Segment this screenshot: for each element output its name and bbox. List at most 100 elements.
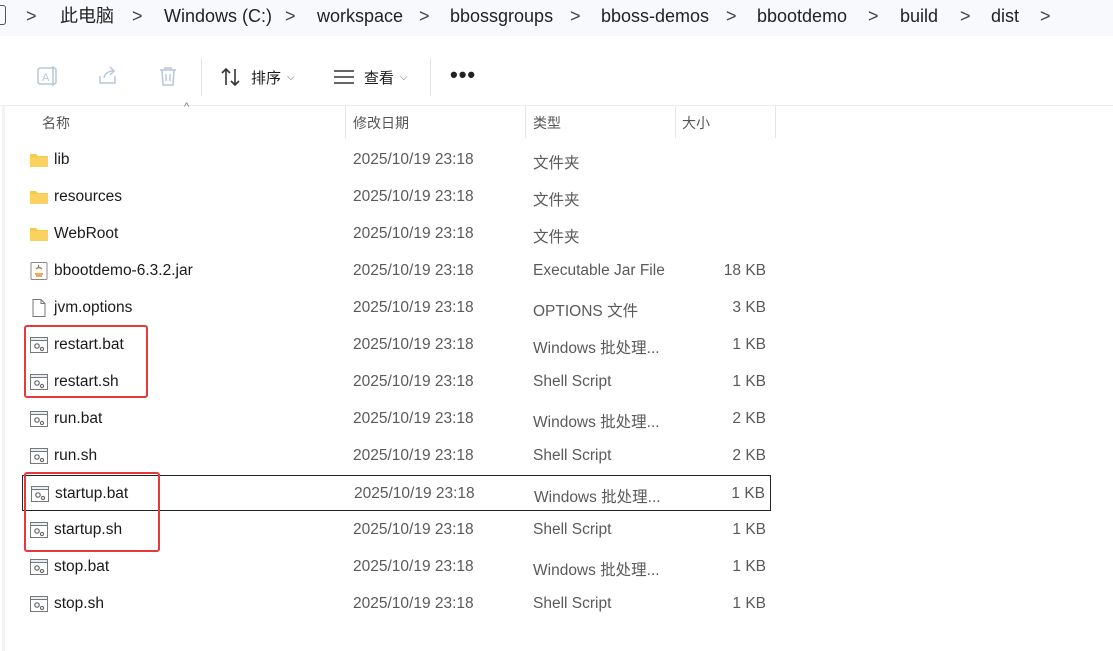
column-header-type[interactable]: 类型 [526, 106, 675, 138]
file-row[interactable]: resources 2025/10/19 23:18 文件夹 [22, 179, 771, 215]
chevron-right-icon: > [960, 6, 971, 26]
script-icon [29, 595, 49, 613]
more-options-button[interactable]: ••• [450, 64, 476, 86]
file-type: Windows 批处理... [533, 340, 660, 357]
file-date: 2025/10/19 23:18 [353, 336, 474, 353]
share-icon[interactable] [96, 64, 120, 88]
file-row[interactable]: bbootdemo-6.3.2.jar 2025/10/19 23:18 Execu… [22, 253, 771, 289]
folder-icon [29, 188, 49, 206]
file-size: 2 KB [732, 410, 766, 427]
breadcrumb-dist[interactable]: dist [991, 5, 1019, 27]
chevron-right-icon: > [132, 6, 143, 26]
file-name: bbootdemo-6.3.2.jar [54, 262, 193, 279]
file-type: 文件夹 [533, 192, 580, 209]
file-type: Windows 批处理... [533, 414, 660, 431]
chevron-down-icon: ⌵ [400, 71, 408, 83]
file-name: stop.bat [54, 558, 110, 575]
sort-label: 排序 [251, 69, 282, 87]
file-name: run.bat [54, 410, 103, 427]
chevron-right-icon: > [570, 6, 581, 26]
view-label: 查看 [364, 69, 395, 87]
file-row[interactable]: run.sh 2025/10/19 23:18 Shell Script 2 KB [22, 438, 771, 474]
breadcrumb-bbossgroups[interactable]: bbossgroups [450, 5, 553, 27]
column-header-name[interactable]: 名称 [22, 106, 345, 138]
breadcrumb-bboss-demos[interactable]: bboss-demos [601, 5, 709, 27]
sort-button[interactable]: 排序 ⌵ [220, 64, 295, 90]
breadcrumb-windows-c[interactable]: Windows (C:) [164, 5, 272, 27]
file-row[interactable]: lib 2025/10/19 23:18 文件夹 [22, 142, 771, 178]
file-type: 文件夹 [533, 229, 580, 246]
file-date: 2025/10/19 23:18 [353, 225, 474, 242]
column-header-date[interactable]: 修改日期 [346, 106, 525, 138]
file-type: Shell Script [533, 373, 612, 390]
file-size: 1 KB [732, 336, 766, 353]
file-date: 2025/10/19 23:18 [353, 447, 474, 464]
script-icon [29, 410, 49, 428]
breadcrumb-build[interactable]: build [900, 5, 938, 27]
file-size: 18 KB [723, 262, 766, 279]
file-type: Windows 批处理... [533, 562, 660, 579]
file-row[interactable]: stop.bat 2025/10/19 23:18 Windows 批处理... 1 … [22, 549, 771, 585]
rename-icon[interactable]: A [36, 64, 60, 88]
file-date: 2025/10/19 23:18 [353, 262, 474, 279]
folder-icon [29, 151, 49, 169]
column-header-name-label: 名称 [42, 115, 70, 131]
column-header-date-label: 修改日期 [353, 115, 409, 131]
file-row[interactable]: stop.sh 2025/10/19 23:18 Shell Script 1 KB [22, 586, 771, 622]
file-size: 2 KB [732, 447, 766, 464]
chevron-right-icon: > [868, 6, 879, 26]
breadcrumb-this-pc[interactable]: 此电脑 [60, 5, 114, 27]
highlight-box-startup [24, 472, 160, 552]
toolbar-divider [430, 58, 431, 96]
file-size: 1 KB [732, 595, 766, 612]
toolbar-divider [201, 58, 202, 96]
file-type: OPTIONS 文件 [533, 303, 639, 320]
chevron-right-icon: > [285, 6, 296, 26]
file-size: 1 KB [731, 485, 765, 502]
file-name: resources [54, 188, 123, 205]
breadcrumb-bbootdemo[interactable]: bbootdemo [757, 5, 847, 27]
file-row[interactable]: WebRoot 2025/10/19 23:18 文件夹 [22, 216, 771, 252]
file-name: run.sh [54, 447, 98, 464]
scroll-edge [2, 106, 5, 651]
delete-icon[interactable] [156, 64, 180, 88]
file-date: 2025/10/19 23:18 [353, 299, 474, 316]
file-size: 1 KB [732, 521, 766, 538]
file-type: Shell Script [533, 595, 612, 612]
file-date: 2025/10/19 23:18 [353, 410, 474, 427]
command-bar: A 排序 ⌵ 查看 ⌵ ••• [0, 50, 1113, 106]
file-date: 2025/10/19 23:18 [353, 595, 474, 612]
file-type: Shell Script [533, 447, 612, 464]
file-date: 2025/10/19 23:18 [353, 558, 474, 575]
file-row[interactable]: run.bat 2025/10/19 23:18 Windows 批处理... 2 K… [22, 401, 771, 437]
file-name: stop.sh [54, 595, 104, 612]
view-icon [334, 70, 354, 84]
address-bar[interactable]: > 此电脑 > Windows (C:) > workspace > bboss… [0, 0, 1113, 36]
highlight-box-restart [24, 325, 148, 398]
file-type: Shell Script [533, 521, 612, 538]
svg-text:A: A [42, 72, 50, 84]
column-header-size[interactable]: 大小 [676, 106, 775, 138]
file-type: 文件夹 [533, 155, 580, 172]
file-date: 2025/10/19 23:18 [353, 151, 474, 168]
file-type: Windows 批处理... [534, 489, 661, 506]
folder-icon [29, 225, 49, 243]
chevron-right-icon[interactable]: > [1040, 5, 1051, 27]
chevron-down-icon: ⌵ [287, 71, 295, 83]
column-header-type-label: 类型 [533, 115, 561, 131]
chevron-right-icon: > [726, 6, 737, 26]
script-icon [29, 447, 49, 465]
breadcrumb-workspace[interactable]: workspace [317, 5, 403, 27]
chevron-right-icon: > [419, 6, 430, 26]
file-name: WebRoot [54, 225, 119, 242]
view-button[interactable]: 查看 ⌵ [333, 64, 408, 90]
file-name: jvm.options [54, 299, 133, 316]
script-icon [29, 558, 49, 576]
column-divider[interactable] [775, 106, 776, 138]
chevron-right-icon: > [26, 6, 37, 26]
file-row[interactable]: jvm.options 2025/10/19 23:18 OPTIONS 文件 3 K… [22, 290, 771, 326]
file-date: 2025/10/19 23:18 [354, 485, 475, 502]
nav-edge-icon [0, 5, 6, 25]
sort-icon [221, 67, 240, 87]
jar-icon [29, 262, 49, 280]
